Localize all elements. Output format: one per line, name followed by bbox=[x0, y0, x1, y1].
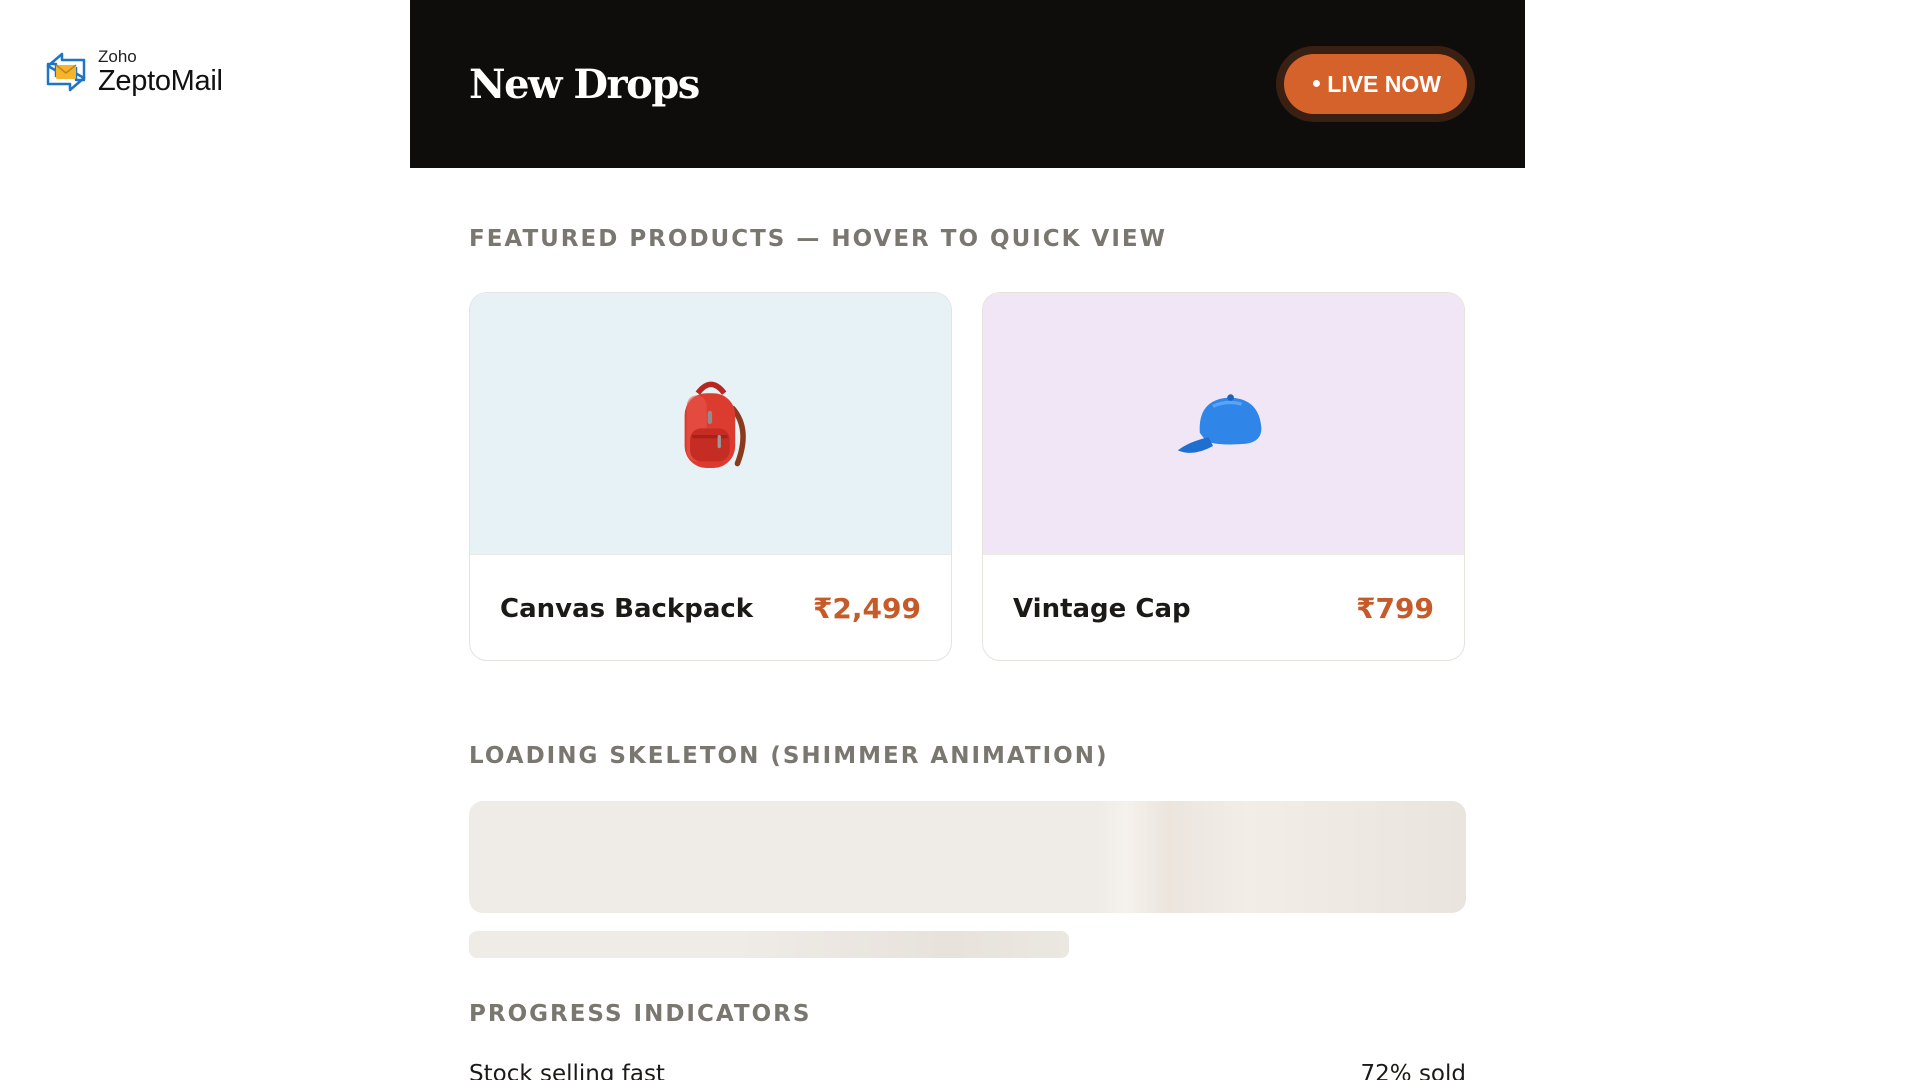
cap-icon bbox=[1177, 393, 1261, 453]
product-price: ₹2,499 bbox=[812, 592, 921, 625]
product-image-tile bbox=[470, 293, 951, 554]
product-info: Canvas Backpack ₹2,499 bbox=[470, 554, 951, 660]
progress-section-label: PROGRESS INDICATORS bbox=[469, 1001, 812, 1027]
skeleton-section-label: LOADING SKELETON (SHIMMER ANIMATION) bbox=[469, 743, 1109, 769]
product-image-tile bbox=[983, 293, 1464, 554]
brand-name: ZeptoMail bbox=[98, 65, 223, 97]
live-badge-ring: ● LIVE NOW bbox=[1275, 46, 1475, 122]
email-header: New Drops ● LIVE NOW bbox=[410, 0, 1525, 168]
live-now-button[interactable]: ● LIVE NOW bbox=[1283, 54, 1467, 114]
featured-section-label: FEATURED PRODUCTS — HOVER TO QUICK VIEW bbox=[469, 226, 1167, 252]
product-card-backpack[interactable]: Canvas Backpack ₹2,499 bbox=[469, 292, 952, 661]
product-card-cap[interactable]: Vintage Cap ₹799 bbox=[982, 292, 1465, 661]
envelope-arrows-logo-icon bbox=[46, 52, 86, 92]
progress-value: 72% sold bbox=[1360, 1061, 1466, 1080]
skeleton-block bbox=[469, 801, 1466, 913]
brand-small-text: Zoho bbox=[98, 47, 137, 66]
progress-row: Stock selling fast 72% sold bbox=[469, 1061, 1466, 1080]
header-title: New Drops bbox=[469, 60, 700, 108]
live-now-label: LIVE NOW bbox=[1327, 70, 1441, 97]
product-name: Canvas Backpack bbox=[500, 593, 754, 624]
product-name: Vintage Cap bbox=[1013, 593, 1191, 624]
skeleton-line bbox=[469, 931, 1069, 958]
email-preview: New Drops ● LIVE NOW FEATURED PRODUCTS —… bbox=[410, 0, 1525, 1080]
zeptomail-logo: Zoho ZeptoMail bbox=[40, 46, 223, 98]
product-info: Vintage Cap ₹799 bbox=[983, 554, 1464, 660]
email-content: FEATURED PRODUCTS — HOVER TO QUICK VIEW bbox=[410, 226, 1525, 1080]
live-dot-icon: ● bbox=[1311, 75, 1322, 92]
product-price: ₹799 bbox=[1356, 592, 1434, 625]
backpack-icon bbox=[684, 381, 746, 468]
product-grid: Canvas Backpack ₹2,499 Vintage Cap ₹799 bbox=[469, 292, 1466, 661]
progress-label: Stock selling fast bbox=[469, 1061, 665, 1080]
